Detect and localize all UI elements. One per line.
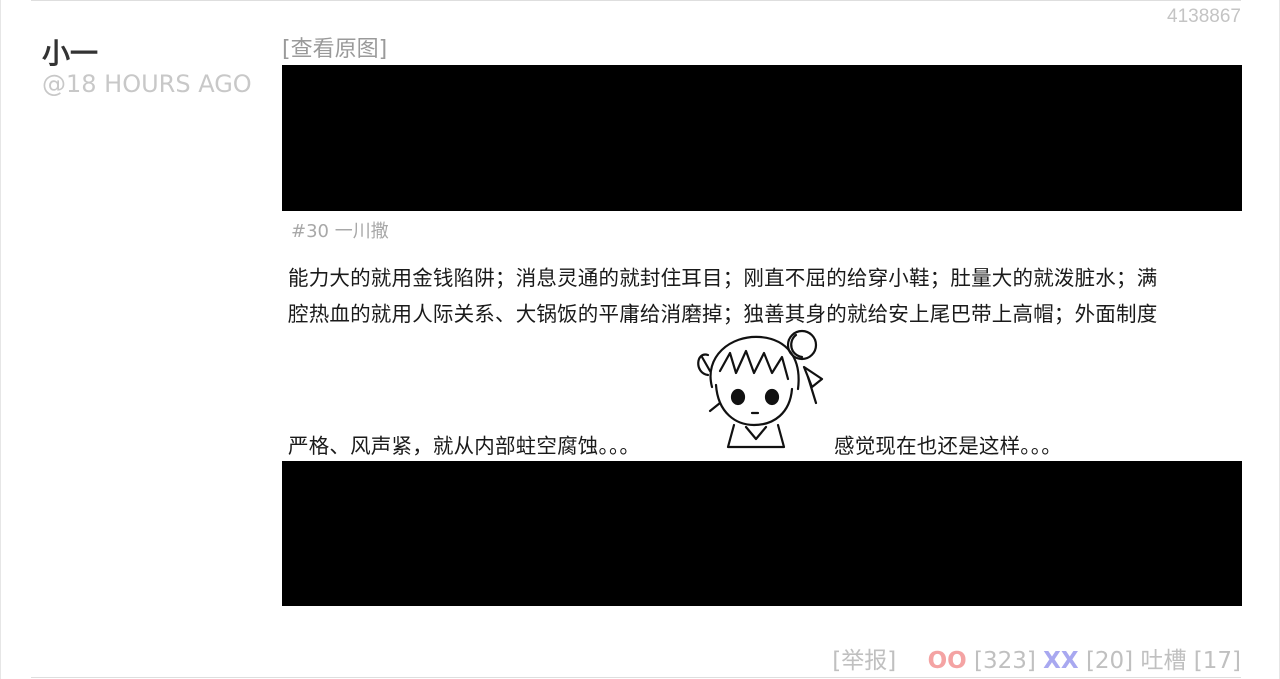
post-time: @18 HOURS AGO bbox=[42, 70, 252, 98]
top-divider bbox=[31, 0, 1241, 1]
bottom-divider bbox=[31, 677, 1241, 678]
comment-post: 4138867 小一 @18 HOURS AGO [查看原图] #30 一川撒 … bbox=[0, 0, 1280, 679]
xx-vote-button[interactable]: XX bbox=[1043, 648, 1078, 674]
comment-button[interactable]: 吐槽 bbox=[1140, 648, 1186, 674]
chibi-girl-icon bbox=[697, 329, 824, 449]
image-text-line-3: 严格、风声紧，就从内部蛀空腐蚀。。。 bbox=[288, 434, 641, 458]
author-name: 小一 bbox=[42, 37, 99, 70]
view-original-link[interactable]: [查看原图] bbox=[282, 31, 387, 63]
image-black-band-bottom bbox=[282, 461, 1242, 606]
xx-count: [20] bbox=[1085, 648, 1134, 674]
oo-vote-button[interactable]: OO bbox=[928, 648, 967, 674]
image-text-line-4: 感觉现在也还是这样。。。 bbox=[834, 434, 1062, 458]
image-text-line-1: 能力大的就用金钱陷阱；消息灵通的就封住耳目；刚直不屈的给穿小鞋；肚量大的就泼脏水… bbox=[288, 266, 1158, 290]
comment-count: [17] bbox=[1193, 648, 1241, 674]
post-image[interactable]: #30 一川撒 能力大的就用金钱陷阱；消息灵通的就封住耳目；刚直不屈的给穿小鞋；… bbox=[282, 65, 1242, 606]
oo-count: [323] bbox=[973, 648, 1036, 674]
post-actions: [举报] OO [323] XX [20] 吐槽 [17] bbox=[832, 641, 1241, 675]
image-tag-text: #30 一川撒 bbox=[291, 221, 389, 242]
post-id: 4138867 bbox=[1167, 6, 1241, 27]
report-button[interactable]: [举报] bbox=[832, 648, 896, 674]
image-text-line-2: 腔热血的就用人际关系、大锅饭的平庸给消磨掉；独善其身的就给安上尾巴带上高帽；外面… bbox=[288, 302, 1158, 326]
image-black-band-top bbox=[282, 65, 1242, 211]
